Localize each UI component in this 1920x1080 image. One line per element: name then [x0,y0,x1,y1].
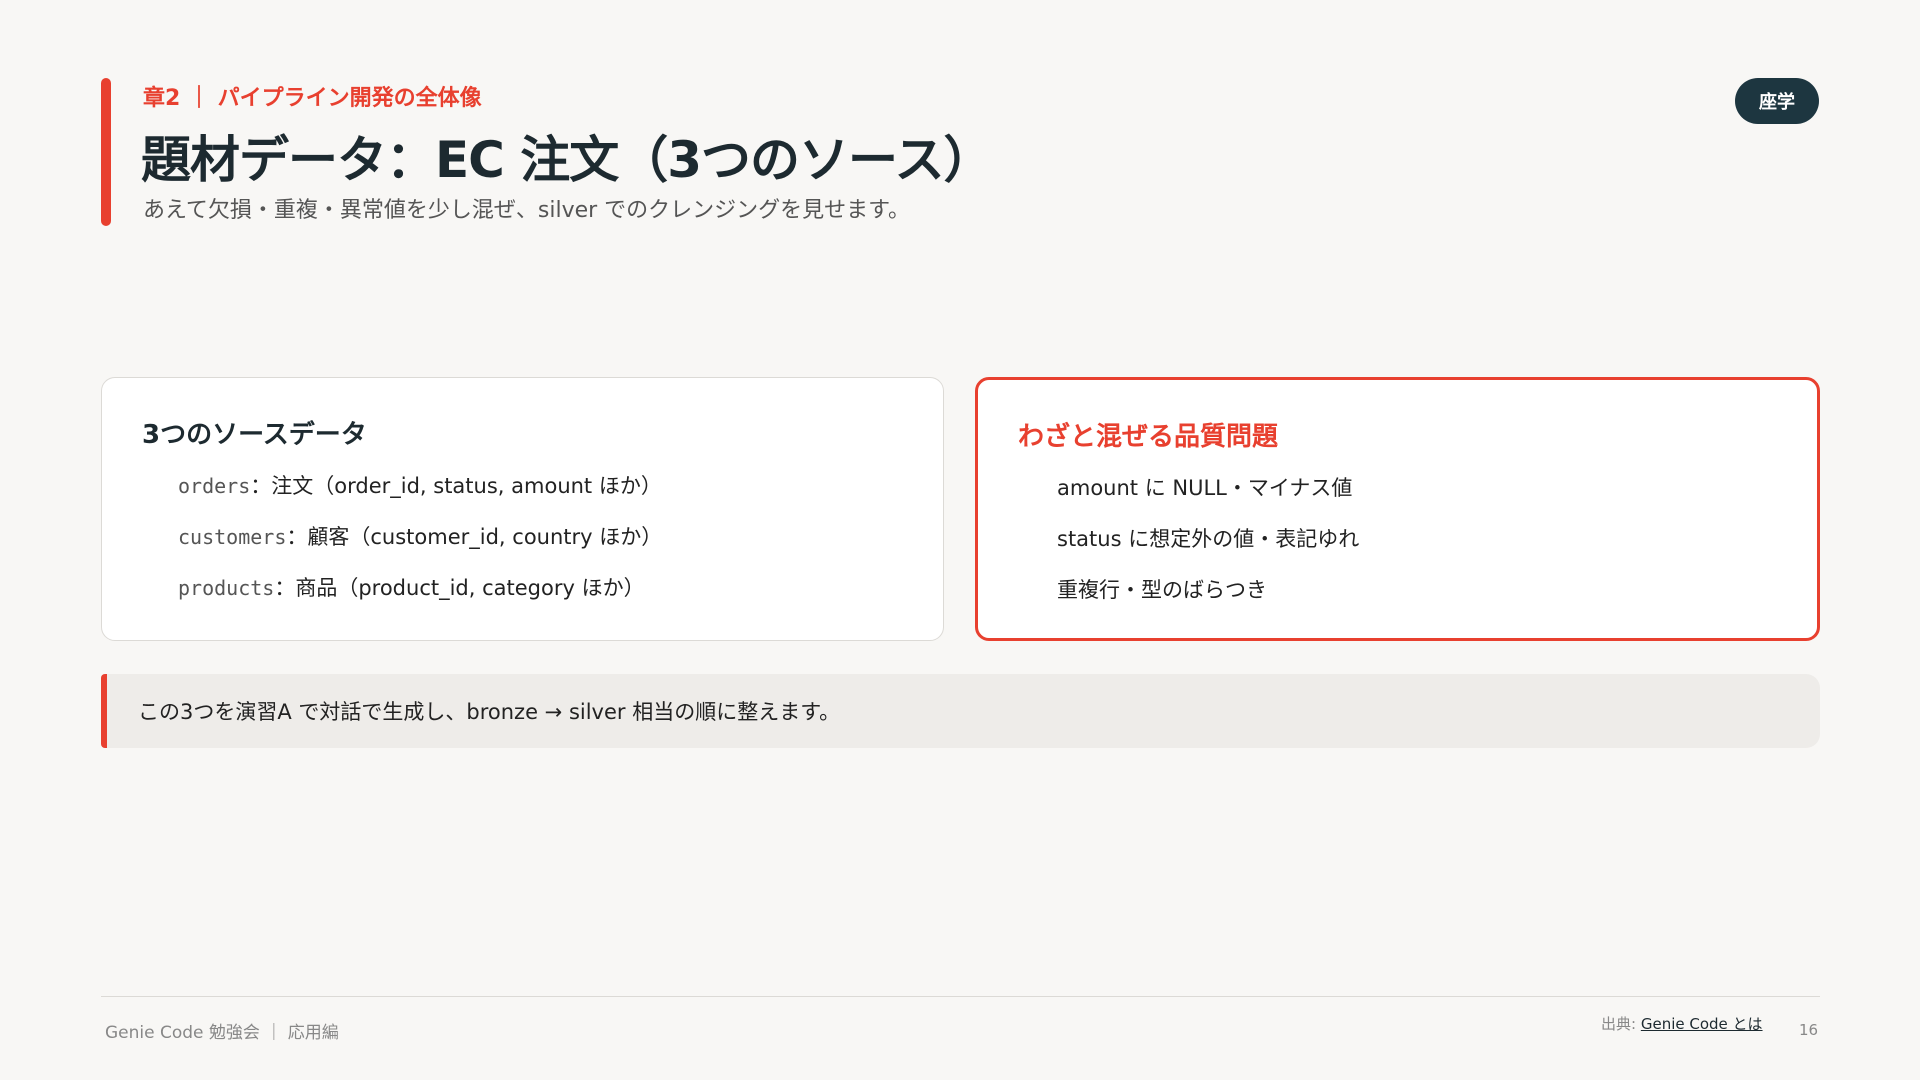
source-desc: ：商品（product_id, category ほか） [274,576,645,600]
list-item: status に想定外の値・表記ゆれ [1057,527,1360,551]
source-label: 出典: [1601,1015,1637,1033]
source-link[interactable]: Genie Code とは [1641,1015,1763,1033]
source-data-card: 3つのソースデータ orders：注文（order_id, status, am… [101,377,944,641]
page-title: 題材データ：EC 注文（3つのソース） [141,131,994,189]
list-item: amount に NULL・マイナス値 [1057,476,1353,500]
summary-note: この3つを演習A で対話で生成し、bronze → silver 相当の順に整え… [101,674,1820,748]
source-name: orders [178,474,251,498]
page-subtitle: あえて欠損・重複・異常値を少し混ぜ、silver でのクレンジングを見せます。 [143,198,910,223]
footer-course-label: Genie Code 勉強会 ｜ 応用編 [105,1023,339,1043]
list-item: customers：顧客（customer_id, country ほか） [178,521,662,572]
source-name: customers [178,525,287,549]
quality-issues-card-title: わざと混ぜる品質問題 [1018,422,1279,452]
quality-issues-list: amount に NULL・マイナス値 status に想定外の値・表記ゆれ 重… [1057,472,1359,625]
source-data-card-title: 3つのソースデータ [142,420,367,450]
lecture-badge: 座学 [1735,78,1819,124]
source-desc: ：注文（order_id, status, amount ほか） [250,474,662,498]
source-name: products [178,576,275,600]
source-desc: ：顧客（customer_id, country ほか） [286,525,663,549]
page-number: 16 [1799,1021,1819,1039]
list-item: orders：注文（order_id, status, amount ほか） [178,470,662,521]
quality-issues-card: わざと混ぜる品質問題 amount に NULL・マイナス値 status に想… [975,377,1820,641]
list-item: 重複行・型のばらつき [1057,578,1267,602]
list-item: products：商品（product_id, category ほか） [178,572,662,623]
footer-divider [101,996,1820,997]
title-accent-bar [101,78,111,226]
chapter-label: 章2 ｜ パイプライン開発の全体像 [143,86,482,111]
source-citation: 出典: Genie Code とは [1601,1013,1763,1034]
source-data-list: orders：注文（order_id, status, amount ほか） c… [178,470,662,623]
